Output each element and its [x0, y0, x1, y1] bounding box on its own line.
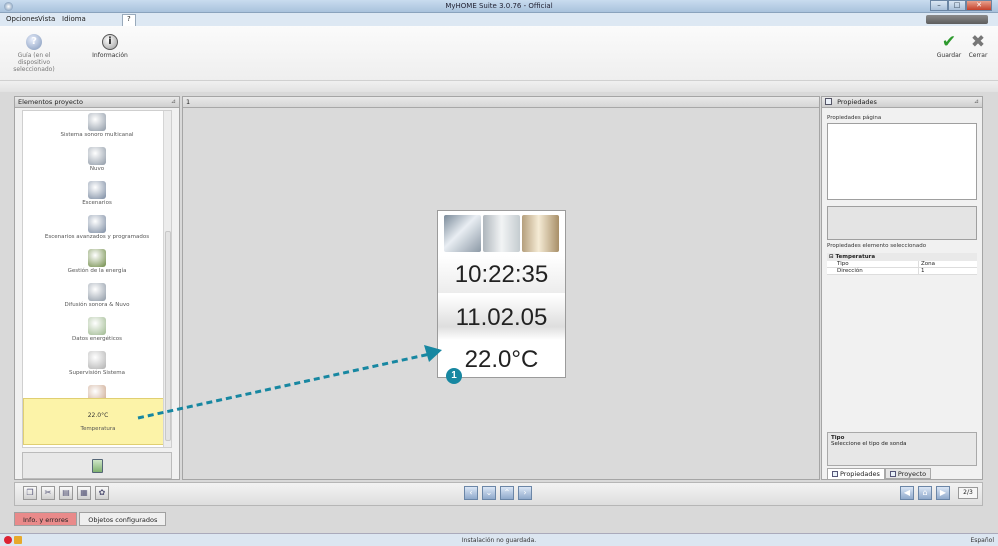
tab-configured-objects[interactable]: Objetos configurados	[79, 512, 167, 526]
properties-title: Propiedades	[837, 98, 877, 106]
project-tab-icon	[889, 471, 896, 477]
previous-page-icon[interactable]: ◀	[900, 486, 914, 500]
page-properties-detail-box	[827, 206, 977, 240]
paste-icon[interactable]: ▤	[59, 486, 73, 500]
properties-header: Propiedades ⊿	[822, 97, 982, 108]
align-down-icon[interactable]: ⌄	[482, 486, 496, 500]
bottom-toolbar: ❐ ✂ ▤ ▦ ✿ ‹ ⌄ ⌃ › ◀ ⌂ ▶ 2/3	[14, 482, 983, 506]
tab-propiedades[interactable]: Propiedades	[827, 468, 885, 479]
copy-icon[interactable]: ❐	[23, 486, 37, 500]
tab-proyecto-label: Proyecto	[897, 470, 927, 478]
properties-panel: Propiedades ⊿ Propiedades página Propied…	[821, 96, 983, 480]
property-key: Dirección	[827, 268, 919, 274]
property-row-tipo[interactable]: Tipo Zona	[827, 261, 977, 268]
status-bar: Instalación no guardada. Español	[0, 533, 998, 546]
properties-icon	[825, 98, 832, 105]
tab-propiedades-label: Propiedades	[840, 470, 880, 478]
property-grid: ⊟ Temperatura Tipo Zona Dirección 1	[827, 253, 977, 275]
palette-icon[interactable]: ✿	[95, 486, 109, 500]
pin-icon[interactable]: ⊿	[974, 98, 979, 105]
tab-info-errors[interactable]: Info. y errores	[14, 512, 78, 526]
home-page-icon[interactable]: ⌂	[918, 486, 932, 500]
next-page-icon[interactable]: ▶	[936, 486, 950, 500]
align-left-icon[interactable]: ‹	[464, 486, 478, 500]
cut-icon[interactable]: ✂	[41, 486, 55, 500]
page-properties-box	[827, 123, 977, 200]
properties-tabs: Propiedades Proyecto	[827, 468, 932, 479]
grid-icon[interactable]: ▦	[77, 486, 91, 500]
align-up-icon[interactable]: ⌃	[500, 486, 514, 500]
language-indicator: Español	[970, 537, 994, 544]
align-right-icon[interactable]: ›	[518, 486, 532, 500]
page-indicator: 2/3	[958, 487, 978, 499]
property-row-direccion[interactable]: Dirección 1	[827, 268, 977, 275]
element-properties-label: Propiedades elemento seleccionado	[827, 243, 927, 249]
property-group-label: Temperatura	[835, 254, 876, 260]
tab-proyecto[interactable]: Proyecto	[884, 468, 932, 479]
property-key: Tipo	[827, 261, 919, 267]
property-value[interactable]: Zona	[919, 261, 935, 267]
description-text: Seleccione el tipo de sonda	[831, 441, 907, 447]
page-properties-label: Propiedades página	[827, 115, 882, 121]
property-description: Tipo Seleccione el tipo de sonda	[827, 432, 977, 466]
status-message: Instalación no guardada.	[461, 537, 537, 544]
properties-tab-icon	[832, 471, 838, 477]
property-value[interactable]: 1	[919, 268, 925, 274]
output-tabs: Info. y errores Objetos configurados	[14, 512, 168, 526]
property-group[interactable]: ⊟ Temperatura	[827, 253, 977, 261]
